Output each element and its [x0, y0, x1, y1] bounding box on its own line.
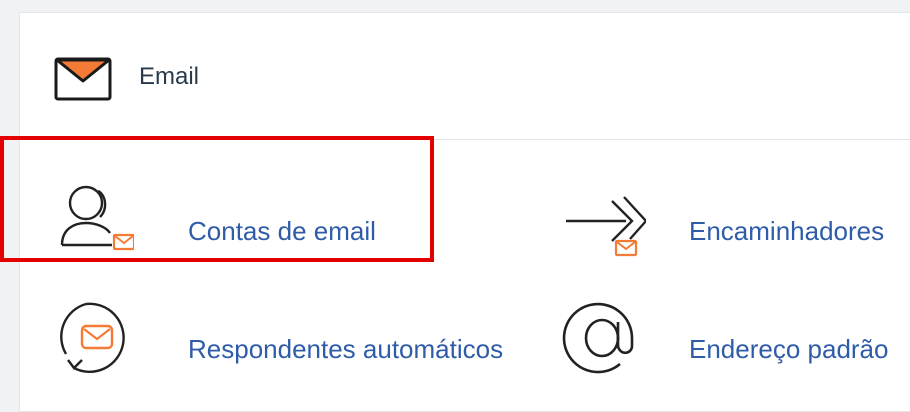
autoresponder-icon — [60, 302, 125, 373]
forwarder-arrows-icon — [566, 196, 646, 257]
section-title: Email — [139, 63, 200, 90]
highlight-box — [0, 136, 434, 262]
forwarders-link[interactable]: Encaminhadores — [564, 183, 904, 257]
section-header: Email — [20, 13, 910, 140]
default-address-link[interactable]: Endereço padrão — [560, 298, 910, 378]
envelope-icon — [54, 57, 112, 101]
at-sign-icon — [562, 302, 634, 374]
forwarders-label: Encaminhadores — [689, 216, 885, 246]
default-address-label: Endereço padrão — [689, 334, 889, 364]
autoresponders-link[interactable]: Respondentes automáticos — [50, 298, 550, 378]
autoresponders-label: Respondentes automáticos — [188, 334, 504, 364]
